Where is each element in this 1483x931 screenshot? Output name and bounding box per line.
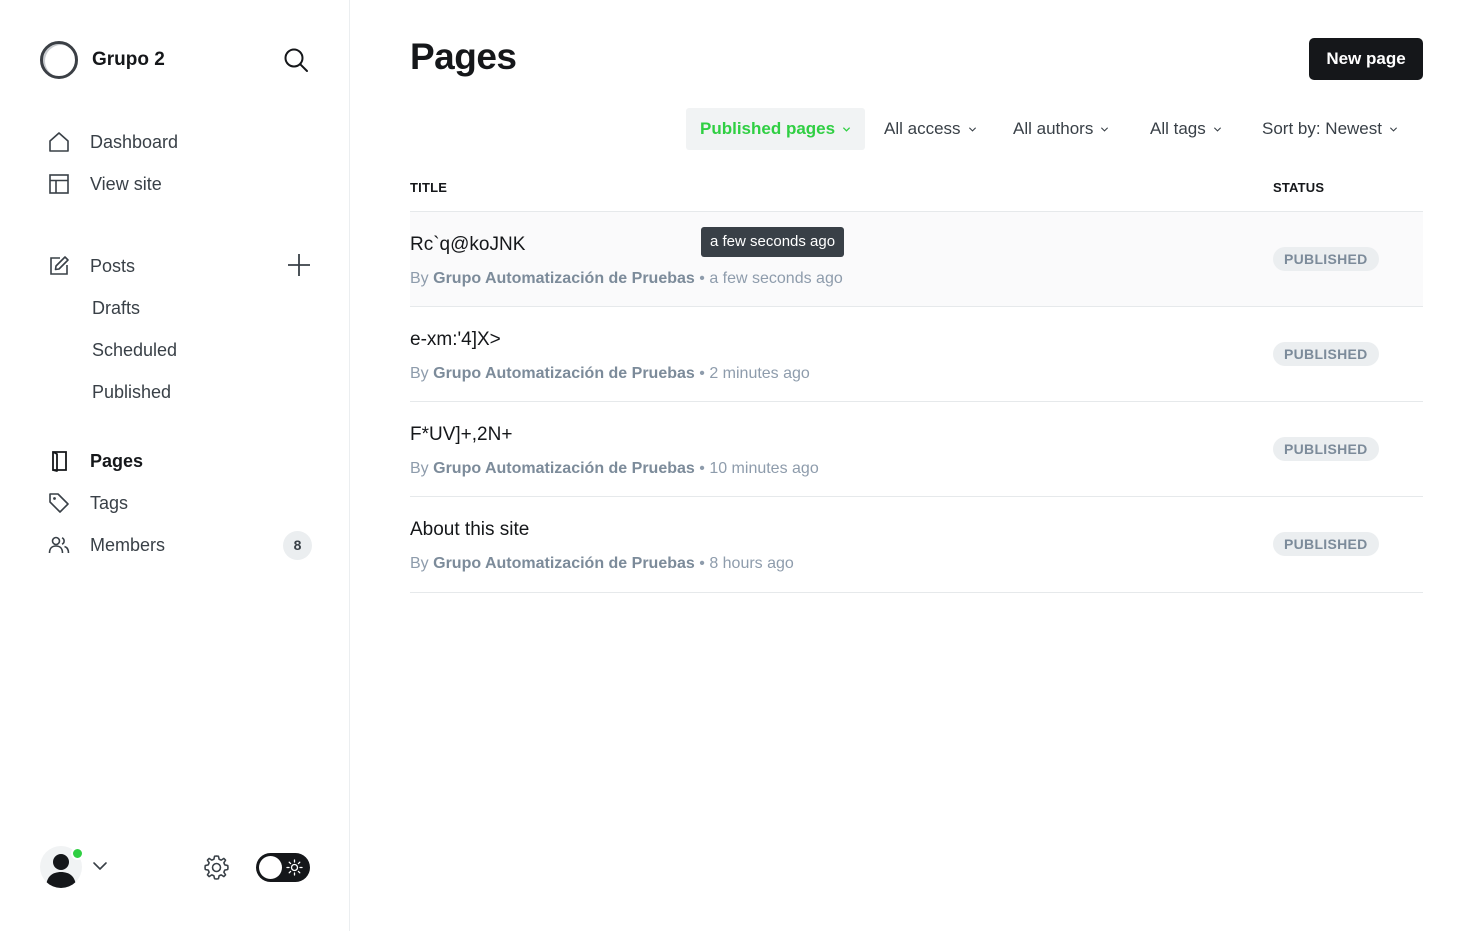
sort-label: Sort by: Newest	[1262, 119, 1382, 138]
main-content: Pages New page Published pages All acces…	[350, 0, 1483, 931]
theme-toggle[interactable]	[256, 853, 310, 882]
nav-posts-label: Posts	[90, 255, 136, 276]
nav-published[interactable]: Published	[92, 379, 171, 405]
status-badge: PUBLISHED	[1273, 437, 1379, 461]
page-title-cell: e-xm:'4]X>	[410, 329, 501, 350]
author-name: Grupo Automatización de Pruebas	[433, 460, 695, 477]
nav-posts[interactable]: Posts	[46, 251, 135, 281]
nav-members-label: Members	[90, 534, 166, 555]
row-divider	[410, 592, 1423, 593]
filter-access-select[interactable]: All access	[884, 108, 977, 150]
toggle-knob	[259, 856, 282, 879]
author-name: Grupo Automatización de Pruebas	[433, 270, 695, 287]
page-meta: By Grupo Automatización de Pruebas • 2 m…	[410, 365, 810, 382]
filter-tags-select[interactable]: All tags	[1150, 108, 1222, 150]
nav-pages-label: Pages	[90, 450, 144, 471]
chevron-down-icon	[1389, 126, 1398, 132]
table-row[interactable]: Rc`q@koJNK By Grupo Automatización de Pr…	[410, 212, 1423, 306]
author-name: Grupo Automatización de Pruebas	[433, 365, 695, 382]
author-name: Grupo Automatización de Pruebas	[433, 555, 695, 572]
timestamp: 2 minutes ago	[709, 365, 810, 382]
page-title: Pages	[410, 36, 517, 77]
sun-icon	[286, 859, 303, 876]
nav-view-site[interactable]: View site	[46, 169, 162, 199]
edit-icon	[46, 253, 72, 279]
filter-type-label: Published pages	[700, 119, 836, 138]
page-icon	[46, 448, 72, 474]
column-header-status: STATUS	[1273, 180, 1325, 195]
brand-logo	[40, 41, 78, 79]
online-status-dot	[71, 847, 84, 860]
filter-type-select[interactable]: Published pages	[686, 108, 866, 150]
new-page-button[interactable]: New page	[1309, 38, 1423, 80]
nav-scheduled[interactable]: Scheduled	[92, 337, 177, 363]
plus-icon[interactable]	[286, 252, 312, 278]
page-title-cell: F*UV]+,2N+	[410, 424, 513, 445]
status-badge: PUBLISHED	[1273, 532, 1379, 556]
page-title-cell: About this site	[410, 519, 530, 540]
brand-name: Grupo 2	[92, 49, 165, 70]
timestamp: 8 hours ago	[709, 555, 794, 572]
page-title-cell: Rc`q@koJNK	[410, 234, 526, 255]
brand[interactable]: Grupo 2	[40, 41, 165, 79]
table-row[interactable]: F*UV]+,2N+ By Grupo Automatización de Pr…	[410, 402, 1423, 496]
timestamp: 10 minutes ago	[709, 460, 819, 477]
home-icon	[46, 129, 72, 155]
gear-icon[interactable]	[202, 853, 231, 882]
status-badge: PUBLISHED	[1273, 342, 1379, 366]
filter-access-label: All access	[884, 119, 961, 138]
nav-view-site-label: View site	[90, 173, 162, 194]
filter-authors-label: All authors	[1013, 119, 1094, 138]
chevron-down-icon[interactable]	[92, 858, 108, 874]
table-row[interactable]: About this site By Grupo Automatización …	[410, 497, 1423, 591]
members-icon	[46, 532, 72, 558]
column-header-title: TITLE	[410, 180, 448, 195]
chevron-down-icon	[842, 126, 851, 132]
search-icon[interactable]	[282, 46, 310, 74]
tag-icon	[46, 490, 72, 516]
nav-dashboard-label: Dashboard	[90, 131, 179, 152]
table-row[interactable]: e-xm:'4]X> By Grupo Automatización de Pr…	[410, 307, 1423, 401]
chevron-down-icon	[1213, 126, 1221, 132]
page-meta: By Grupo Automatización de Pruebas • 10 …	[410, 460, 819, 477]
filter-tags-label: All tags	[1150, 119, 1206, 138]
status-badge: PUBLISHED	[1273, 247, 1379, 271]
nav-members[interactable]: Members	[46, 530, 165, 560]
timestamp: a few seconds ago	[709, 270, 843, 287]
nav-drafts[interactable]: Drafts	[92, 295, 140, 321]
nav-tags[interactable]: Tags	[46, 488, 128, 518]
chevron-down-icon	[1101, 126, 1109, 132]
nav-pages[interactable]: Pages	[46, 446, 143, 476]
page-meta: By Grupo Automatización de Pruebas • a f…	[410, 270, 843, 287]
sidebar: Grupo 2 Dashboard View site Posts Drafts…	[0, 0, 350, 931]
chevron-down-icon	[968, 126, 976, 132]
layout-icon	[46, 171, 72, 197]
nav-dashboard[interactable]: Dashboard	[46, 127, 178, 157]
sort-select[interactable]: Sort by: Newest	[1262, 108, 1398, 150]
page-meta: By Grupo Automatización de Pruebas • 8 h…	[410, 555, 794, 572]
members-count-badge: 8	[283, 531, 312, 560]
filter-authors-select[interactable]: All authors	[1013, 108, 1109, 150]
nav-tags-label: Tags	[90, 492, 129, 513]
timestamp-tooltip: a few seconds ago	[701, 227, 845, 257]
